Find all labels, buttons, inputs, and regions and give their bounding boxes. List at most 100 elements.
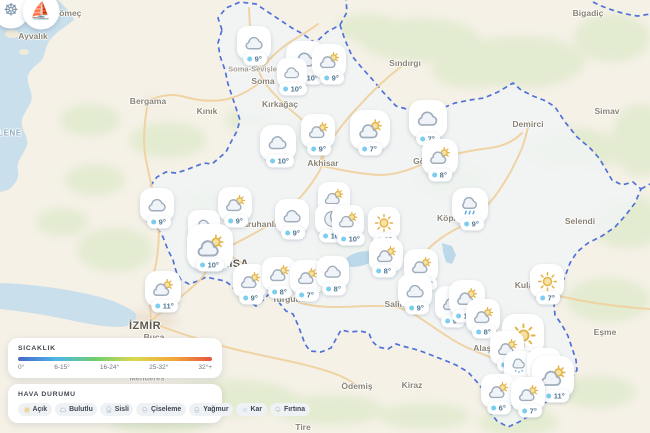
temperature-badge[interactable]: 11° (542, 390, 569, 403)
temperature-value: 10° (349, 235, 360, 244)
temperature-value: 10° (208, 261, 219, 270)
weather-filter-snow[interactable]: Kar (236, 403, 267, 416)
weather-filter-cloud[interactable]: Bulutlu (55, 403, 98, 416)
weather-filter-title: HAVA DURUMU (18, 391, 212, 398)
temperature-badge[interactable]: 9° (405, 302, 429, 315)
temperature-dot (324, 76, 329, 81)
rain-icon (193, 406, 201, 414)
weather-map: GömeçAyvalıkBigadiçLENEBergamaKınıkSoma-… (0, 0, 650, 433)
temperature-dot (432, 173, 437, 178)
weather-filter-rain[interactable]: Yağmur (189, 403, 233, 416)
temperature-value: 9° (251, 294, 258, 303)
temperature-dot (151, 220, 156, 225)
temperature-dot (270, 159, 275, 164)
temperature-tick: 32°+ (198, 364, 212, 371)
temperature-badge[interactable]: 7° (358, 143, 382, 156)
weather-filter-sun[interactable]: Açık (18, 403, 52, 416)
temperature-badge[interactable]: 10° (337, 233, 365, 246)
weather-filter-label: Açık (33, 406, 48, 413)
temperature-dot (540, 296, 545, 301)
temperature-badge[interactable]: 9° (147, 216, 171, 229)
temperature-tick: 6-15° (54, 364, 70, 371)
temperature-legend-panel: SICAKLIK 0°6-15°16-24°25-32°32°+ (8, 338, 222, 378)
temperature-badge[interactable]: 10° (266, 155, 294, 168)
storm-icon (274, 406, 282, 414)
temperature-dot (546, 394, 551, 399)
temperature-dot (522, 409, 527, 414)
temperature-badge[interactable]: 8° (428, 169, 452, 182)
temperature-dot (299, 293, 304, 298)
temperature-dot (341, 237, 346, 242)
snow-icon (241, 406, 249, 414)
temperature-badge[interactable]: 7° (518, 405, 542, 418)
temperature-dot (243, 296, 248, 301)
weather-filter-panel: HAVA DURUMU AçıkBulutluSisliÇiselemeYağm… (8, 384, 222, 423)
temperature-badge[interactable]: 6° (487, 402, 511, 415)
weather-filter-label: Kar (251, 406, 263, 413)
temperature-value: 9° (159, 218, 166, 227)
temperature-value: 6° (499, 404, 506, 413)
temperature-value: 9° (417, 304, 424, 313)
temperature-value: 8° (384, 267, 391, 276)
temperature-badge[interactable]: 9° (239, 292, 263, 305)
temperature-value: 7° (370, 145, 377, 154)
weather-filter-storm[interactable]: Fırtına (270, 403, 310, 416)
temperature-dot (228, 219, 233, 224)
temperature-badge[interactable]: 11° (151, 300, 178, 313)
temperature-badge[interactable]: 9° (281, 227, 305, 240)
weather-filter-drizzle[interactable]: Çiseleme (136, 403, 185, 416)
temperature-dot (311, 147, 316, 152)
temperature-dot (464, 222, 469, 227)
temperature-dot (247, 57, 252, 62)
temperature-badge[interactable]: 8° (372, 265, 396, 278)
temperature-dot (376, 269, 381, 274)
drizzle-icon (141, 406, 149, 414)
temperature-value: 8° (280, 288, 287, 297)
temperature-value: 10° (278, 157, 289, 166)
temperature-value: 10° (291, 85, 302, 94)
weather-filter-chips: AçıkBulutluSisliÇiselemeYağmurKarFırtına (18, 403, 212, 416)
weather-filter-label: Fırtına (284, 406, 305, 413)
temperature-value: 9° (332, 74, 339, 83)
temperature-dot (409, 306, 414, 311)
temperature-badge[interactable]: 7° (295, 289, 319, 302)
temperature-dot (491, 406, 496, 411)
temperature-badge[interactable]: 9° (243, 53, 267, 66)
temperature-badge[interactable]: 8° (268, 286, 292, 299)
temperature-value: 11° (554, 392, 565, 401)
temperature-badge[interactable]: 8° (322, 283, 346, 296)
temperature-dot (283, 87, 288, 92)
temperature-value: 9° (293, 229, 300, 238)
legend-panels: SICAKLIK 0°6-15°16-24°25-32°32°+ HAVA DU… (8, 338, 222, 423)
weather-filter-fog[interactable]: Sisli (100, 403, 133, 416)
temperature-value: 7° (530, 407, 537, 416)
temperature-dot (272, 290, 277, 295)
temperature-dot (323, 234, 328, 239)
temperature-badge[interactable]: 7° (536, 292, 560, 305)
temperature-value: 9° (319, 145, 326, 154)
temperature-badge[interactable]: 10° (196, 259, 224, 272)
cloud-icon (59, 406, 67, 414)
temperature-tick: 16-24° (100, 364, 119, 371)
sun-icon (23, 406, 31, 414)
temperature-badge[interactable]: 9° (460, 218, 484, 231)
temperature-value: 8° (334, 285, 341, 294)
temperature-gradient-bar (18, 357, 212, 361)
temperature-dot (155, 304, 160, 309)
temperature-dot (200, 263, 205, 268)
temperature-dot (326, 287, 331, 292)
temperature-badge[interactable]: 10° (279, 83, 307, 96)
temperature-ticks: 0°6-15°16-24°25-32°32°+ (18, 364, 212, 371)
weather-filter-label: Sisli (115, 406, 129, 413)
temperature-value: 11° (163, 302, 174, 311)
sea (0, 0, 136, 327)
temperature-dot (445, 319, 450, 324)
temperature-dot (456, 314, 461, 319)
temperature-badge[interactable]: 9° (320, 72, 344, 85)
temperature-badge[interactable]: 9° (307, 143, 331, 156)
temperature-value: 9° (472, 220, 479, 229)
weather-filter-label: Bulutlu (69, 406, 93, 413)
temperature-tick: 0° (18, 364, 24, 371)
temperature-value: 7° (548, 294, 555, 303)
temperature-dot (362, 147, 367, 152)
